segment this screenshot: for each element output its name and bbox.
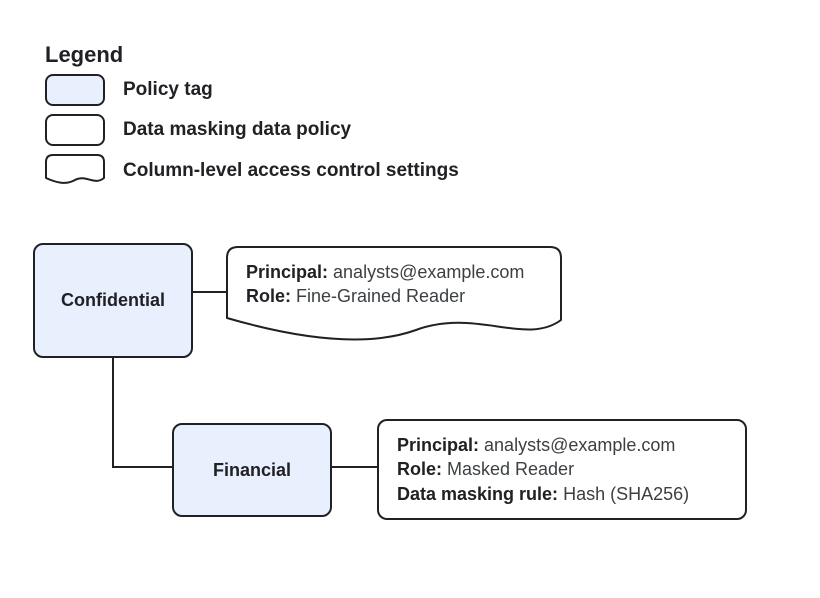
connector-horizontal-to-financial	[112, 466, 172, 468]
confidential-principal-label: Principal:	[246, 262, 328, 282]
legend-row-data-masking: Data masking data policy	[45, 114, 351, 146]
legend-swatch-data-masking	[45, 114, 105, 146]
legend-label-column-access: Column-level access control settings	[123, 160, 459, 182]
diagram-canvas: Legend Policy tag Data masking data poli…	[0, 0, 820, 598]
legend-swatch-column-access	[45, 154, 105, 188]
confidential-principal-value: analysts@example.com	[328, 262, 524, 282]
legend-title: Legend	[45, 42, 123, 68]
connector-financial-to-detail	[332, 466, 377, 468]
connector-vertical-confidential-to-financial	[112, 358, 114, 468]
financial-role-label: Role:	[397, 459, 442, 479]
legend-label-policy-tag: Policy tag	[123, 79, 213, 101]
legend-label-data-masking: Data masking data policy	[123, 119, 351, 141]
financial-rule-value: Hash (SHA256)	[558, 484, 689, 504]
financial-rule-label: Data masking rule:	[397, 484, 558, 504]
policy-tag-confidential-label: Confidential	[53, 290, 173, 311]
policy-tag-confidential: Confidential	[33, 243, 193, 358]
financial-role-value: Masked Reader	[442, 459, 574, 479]
data-masking-panel-financial: Principal: analysts@example.com Role: Ma…	[377, 419, 747, 520]
financial-principal-label: Principal:	[397, 435, 479, 455]
column-access-note-confidential-content: Principal: analysts@example.com Role: Fi…	[246, 260, 524, 309]
legend-row-policy-tag: Policy tag	[45, 74, 213, 106]
connector-confidential-to-detail	[193, 291, 226, 293]
legend-row-column-access: Column-level access control settings	[45, 154, 459, 188]
financial-principal-value: analysts@example.com	[479, 435, 675, 455]
confidential-role-value: Fine-Grained Reader	[291, 286, 465, 306]
policy-tag-financial-label: Financial	[205, 460, 299, 481]
policy-tag-financial: Financial	[172, 423, 332, 517]
confidential-role-label: Role:	[246, 286, 291, 306]
legend-swatch-policy-tag	[45, 74, 105, 106]
